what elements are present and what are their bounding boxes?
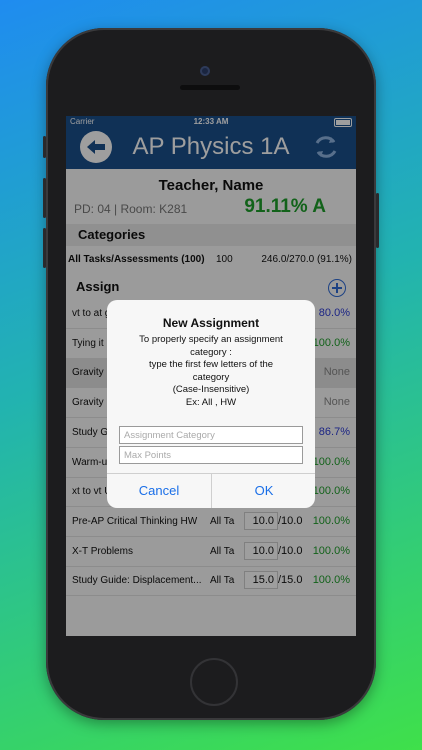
dialog-message-line: Ex: All , HW	[185, 396, 237, 408]
ok-button[interactable]: OK	[212, 474, 315, 508]
assignment-category-input[interactable]	[119, 426, 303, 444]
dialog-message-line: (Case-Insensitive)	[172, 384, 250, 395]
dialog-message-line: To properly specify an assignment	[139, 334, 283, 345]
volume-up-button	[43, 178, 46, 218]
phone-frame: Carrier 12:33 AM AP Physics 1A Teacher, …	[43, 28, 379, 720]
app-screen: Carrier 12:33 AM AP Physics 1A Teacher, …	[66, 116, 356, 636]
front-camera	[200, 66, 210, 76]
dialog-message: To properly specify an assignment catego…	[117, 334, 305, 409]
home-button[interactable]	[190, 658, 238, 706]
dialog-message-line: category	[192, 371, 230, 383]
cancel-button[interactable]: Cancel	[107, 474, 211, 508]
silent-switch	[43, 136, 46, 158]
dialog-title: New Assignment	[162, 316, 260, 330]
power-button	[376, 193, 379, 248]
dialog-message-line: type the first few letters of the	[148, 359, 274, 370]
max-points-input[interactable]	[119, 446, 303, 464]
new-assignment-dialog: New Assignment To properly specify an as…	[107, 300, 315, 508]
earpiece-speaker	[180, 85, 240, 90]
dialog-message-line: category :	[190, 346, 232, 358]
volume-down-button	[43, 228, 46, 268]
